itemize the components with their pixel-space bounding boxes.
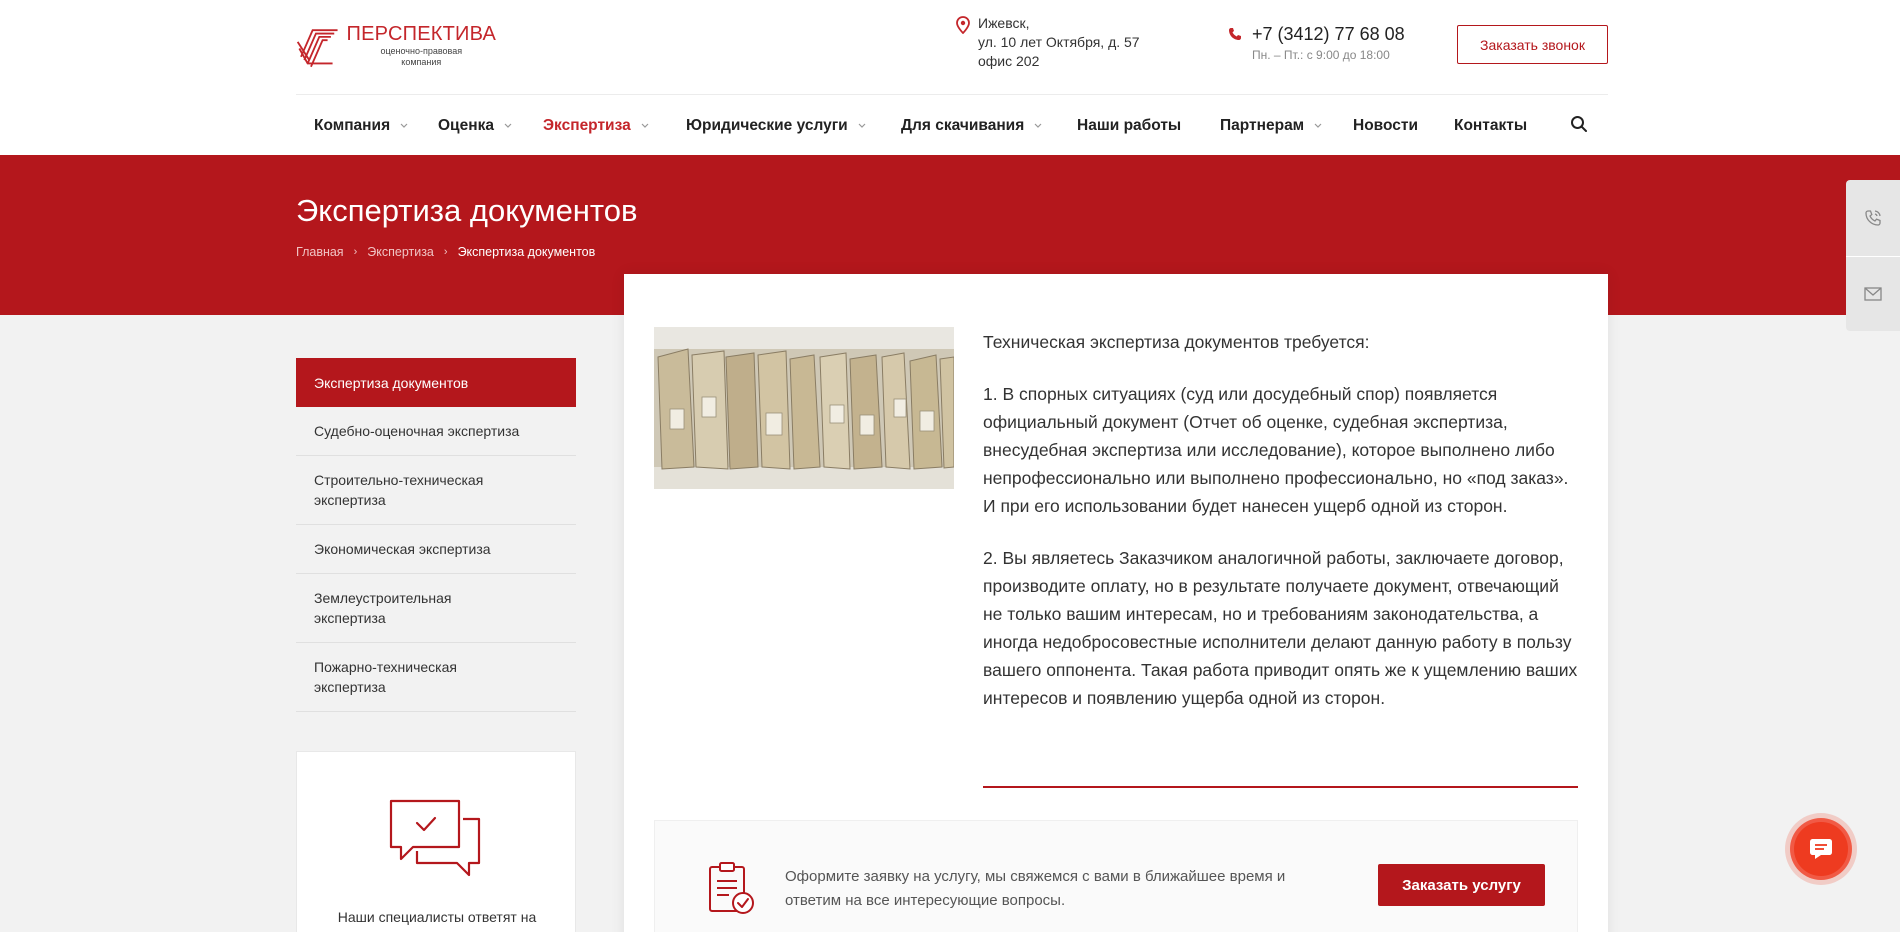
site-header: ПЕРСПЕКТИВА оценочно-правовая компания И… <box>0 0 1900 155</box>
nav-label: Контакты <box>1454 116 1528 134</box>
sidebar-item-fire[interactable]: Пожарно-техническая экспертиза <box>296 643 576 712</box>
sidebar-item-documents-expertise[interactable]: Экспертиза документов <box>296 358 576 407</box>
sidebar-item-construction[interactable]: Строительно-техническая экспертиза <box>296 456 576 525</box>
side-toolbar <box>1846 180 1900 331</box>
article-point-1: 1. В спорных ситуациях (суд или досудебн… <box>983 384 1569 516</box>
nav-item-partners[interactable]: Партнерам <box>1220 95 1322 156</box>
breadcrumb-separator-icon: › <box>443 246 448 258</box>
callback-tool-button[interactable] <box>1846 180 1900 255</box>
content-card: Техническая экспертиза документов требуе… <box>624 274 1608 932</box>
nav-label: Экспертиза <box>543 116 631 134</box>
order-service-button[interactable]: Заказать услугу <box>1378 864 1545 906</box>
nav-item-downloads[interactable]: Для скачивания <box>901 95 1042 156</box>
nav-item-legal[interactable]: Юридические услуги <box>686 95 866 156</box>
sidebar-menu: Экспертиза документов Судебно-оценочная … <box>296 358 576 712</box>
help-text: Наши специалисты ответят на <box>337 909 537 925</box>
article-divider <box>983 786 1578 788</box>
breadcrumb-expertise[interactable]: Экспертиза <box>367 245 434 259</box>
nav-label: Наши работы <box>1077 116 1182 134</box>
chevron-down-icon <box>400 123 408 128</box>
nav-label: Новости <box>1353 116 1418 134</box>
chevron-down-icon <box>504 123 512 128</box>
clipboard-check-icon <box>709 862 754 914</box>
sidebar-item-judicial-valuation[interactable]: Судебно-оценочная экспертиза <box>296 407 576 456</box>
sidebar-item-economic[interactable]: Экономическая экспертиза <box>296 525 576 574</box>
nav-label: Для скачивания <box>901 116 1025 134</box>
nav-label: Юридические услуги <box>686 116 848 134</box>
nav-label: Компания <box>314 116 391 134</box>
chat-bubble-icon <box>1810 839 1832 859</box>
nav-label: Партнерам <box>1220 116 1305 134</box>
nav-label: Оценка <box>438 116 494 134</box>
chevron-down-icon <box>858 123 866 128</box>
address-line: офис 202 <box>978 53 1040 69</box>
nav-item-valuation[interactable]: Оценка <box>438 95 512 156</box>
chevron-down-icon <box>1034 123 1042 128</box>
order-service-text: Оформите заявку на услугу, мы свяжемся с… <box>785 868 1286 909</box>
archive-folders-picture <box>654 327 954 489</box>
search-icon[interactable] <box>1570 115 1588 133</box>
logo[interactable]: ПЕРСПЕКТИВА оценочно-правовая компания <box>296 18 496 74</box>
address-block: Ижевск, ул. 10 лет Октября, д. 57 офис 2… <box>956 14 1166 71</box>
nav-item-news[interactable]: Новости <box>1353 95 1418 156</box>
page-title: Экспертиза документов <box>296 193 638 228</box>
chevron-down-icon <box>1314 123 1322 128</box>
chevron-down-icon <box>641 123 649 128</box>
nav-item-works[interactable]: Наши работы <box>1077 95 1181 156</box>
brand-tagline-line2: компания <box>401 57 442 67</box>
phone-number[interactable]: +7 (3412) 77 68 08 <box>1252 24 1428 45</box>
sidebar-item-land[interactable]: Землеустроительная экспертиза <box>296 574 576 643</box>
article-text: Техническая экспертиза документов требуе… <box>983 328 1578 736</box>
logo-mark-icon <box>296 29 338 68</box>
breadcrumb-separator-icon: › <box>353 246 358 258</box>
request-call-button[interactable]: Заказать звонок <box>1457 25 1608 64</box>
breadcrumb-current: Экспертиза документов <box>457 245 596 259</box>
address-line: Ижевск, <box>978 15 1030 31</box>
email-tool-button[interactable] <box>1846 256 1900 331</box>
breadcrumb: Главная › Экспертиза › Экспертиза докуме… <box>296 245 595 259</box>
nav-item-company[interactable]: Компания <box>314 95 408 156</box>
brand-name: ПЕРСПЕКТИВА <box>346 23 496 45</box>
address-line: ул. 10 лет Октября, д. 57 <box>978 34 1140 50</box>
mail-icon <box>1864 287 1882 301</box>
brand-tagline: оценочно-правовая компания <box>347 46 496 68</box>
article-point-2: 2. Вы являетесь Заказчиком аналогичной р… <box>983 548 1578 708</box>
breadcrumb-home[interactable]: Главная <box>296 245 344 259</box>
work-hours: Пн. – Пт.: с 9:00 до 18:00 <box>1252 48 1390 62</box>
phone-icon <box>1229 28 1241 40</box>
map-pin-icon <box>956 16 970 34</box>
article-intro: Техническая экспертиза документов требуе… <box>983 332 1370 352</box>
header-container: ПЕРСПЕКТИВА оценочно-правовая компания И… <box>296 0 1608 155</box>
nav-item-contacts[interactable]: Контакты <box>1454 95 1527 156</box>
phone-ring-icon <box>1865 209 1881 226</box>
nav-item-expertise[interactable]: Экспертиза <box>543 95 649 156</box>
chat-widget-inner <box>1794 822 1848 876</box>
phone-block: +7 (3412) 77 68 08 Пн. – Пт.: с 9:00 до … <box>1228 24 1428 62</box>
chat-check-icon <box>389 799 481 877</box>
brand-tagline-line1: оценочно-правовая <box>380 46 463 56</box>
chat-widget-button[interactable] <box>1790 818 1852 880</box>
logo-text: ПЕРСПЕКТИВА оценочно-правовая компания <box>347 24 496 68</box>
order-service-box: Оформите заявку на услугу, мы свяжемся с… <box>654 820 1578 932</box>
main-nav: Компания Оценка Экспертиза Юридические у… <box>296 94 1608 155</box>
help-card: Наши специалисты ответят на <box>296 751 576 932</box>
archive-folders-image <box>654 327 954 489</box>
